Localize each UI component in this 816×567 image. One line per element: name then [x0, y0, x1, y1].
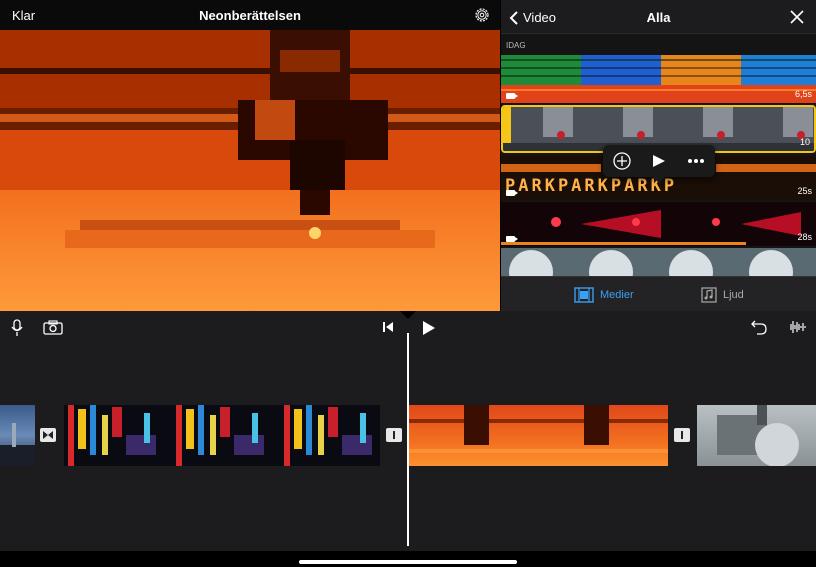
media-clip[interactable]: 6,5s [501, 55, 816, 103]
cross-dissolve-icon [43, 431, 53, 439]
section-label: IDAG [506, 41, 526, 50]
no-transition-icon [393, 431, 395, 439]
music-note-icon [701, 287, 717, 303]
clip-thumbnail [501, 248, 816, 276]
clip-thumbnail [409, 405, 668, 453]
tab-media[interactable]: Medier [574, 287, 634, 303]
transition-icon[interactable] [40, 428, 56, 442]
bottom-bar [0, 551, 816, 567]
no-transition-icon [681, 431, 683, 439]
clip-thumbnail [0, 423, 35, 466]
video-camera-icon [506, 190, 518, 196]
gear-icon[interactable] [474, 7, 490, 23]
browser-tab-bar: Medier Ljud [501, 276, 816, 311]
media-clip[interactable]: 28s [501, 202, 816, 246]
popup-arrow [653, 177, 665, 183]
microphone-icon[interactable] [11, 319, 23, 337]
media-browser: Video Alla IDAG 6,5s 10 PARKPARKPARKP 25… [501, 0, 816, 311]
play-icon[interactable] [652, 154, 666, 168]
close-icon[interactable] [790, 10, 804, 24]
transition-icon[interactable] [674, 428, 690, 442]
transition-icon[interactable] [386, 428, 402, 442]
clip-duration: 10 [799, 137, 810, 147]
browser-header: Video Alla [501, 0, 816, 34]
clip-thumbnail [68, 405, 372, 466]
undo-icon[interactable] [751, 319, 767, 335]
film-strip-icon [574, 287, 594, 303]
clip-duration: 25s [797, 186, 812, 196]
clip-thumbnail [717, 405, 799, 466]
camera-icon[interactable] [43, 320, 63, 335]
tab-audio[interactable]: Ljud [701, 287, 744, 303]
clip-duration: 28s [797, 232, 812, 242]
more-icon[interactable] [687, 158, 705, 164]
tab-media-label: Medier [600, 289, 634, 301]
project-title: Neonberättelsen [199, 8, 301, 23]
clip-duration: 6,5s [794, 89, 812, 99]
add-icon[interactable] [613, 152, 631, 170]
video-camera-icon [506, 236, 518, 242]
audio-waveform-icon[interactable] [788, 320, 806, 334]
timeline-clip[interactable] [409, 405, 668, 466]
clip-thumbnail [501, 202, 816, 246]
play-icon[interactable] [422, 320, 436, 336]
tab-audio-label: Ljud [723, 289, 744, 301]
browser-title: Alla [646, 10, 671, 25]
timeline-clip[interactable] [697, 405, 816, 466]
home-indicator[interactable] [299, 560, 517, 564]
clip-title-text: PARKPARKPARKP [505, 176, 678, 196]
timeline-clip[interactable] [64, 405, 380, 466]
clip-thumbnail [501, 55, 816, 103]
clip-action-popup [603, 145, 715, 183]
video-camera-icon [506, 93, 518, 99]
skip-to-start-icon[interactable] [383, 322, 393, 332]
top-bar: Klar Neonberättelsen [0, 0, 500, 30]
timeline-clip[interactable] [0, 405, 35, 466]
preview-frame [0, 30, 500, 311]
playhead[interactable] [407, 333, 409, 546]
playhead-marker [400, 311, 416, 319]
video-preview[interactable] [0, 30, 500, 311]
media-clip[interactable] [501, 248, 816, 276]
